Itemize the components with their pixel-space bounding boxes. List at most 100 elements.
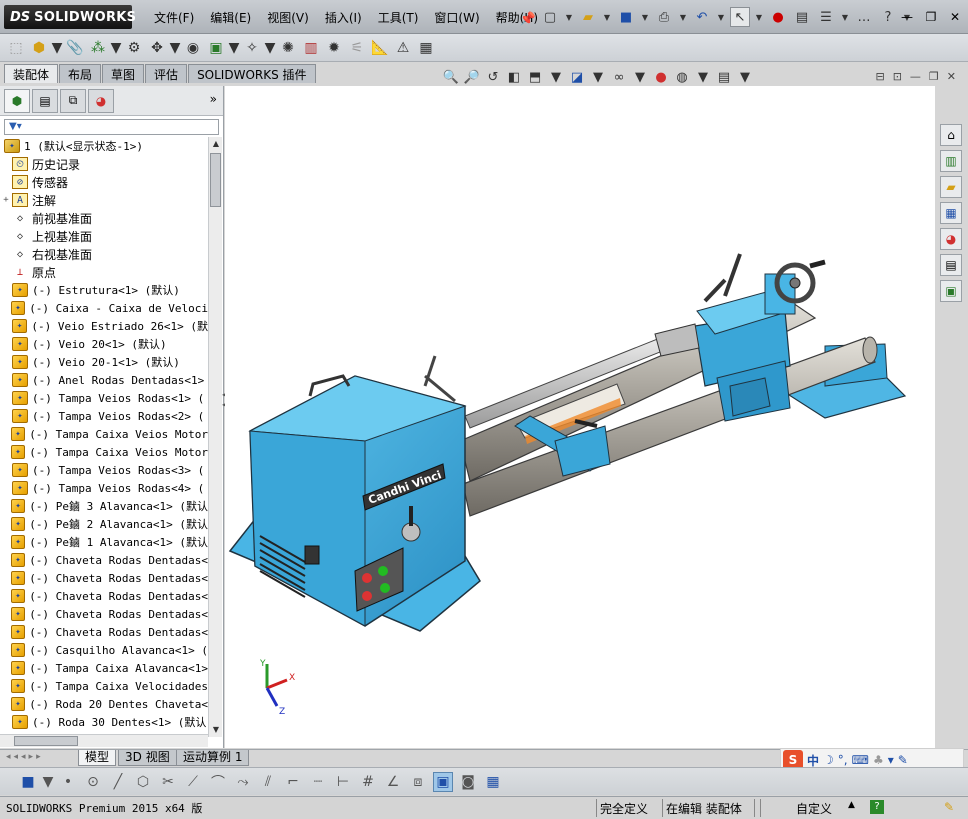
solidworks-resources-icon[interactable]: ⌂ bbox=[940, 124, 962, 146]
restore-icon[interactable]: ❐ bbox=[922, 9, 940, 25]
tree-item[interactable]: ✦ (-) Veio 20<1> (默认) bbox=[0, 335, 208, 353]
solidworks-forum-icon[interactable]: ▣ bbox=[940, 280, 962, 302]
tree-item[interactable]: ✦ (-) Casquilho Alavanca<1> ( bbox=[0, 641, 208, 659]
scene-dropdown-icon[interactable]: ▼ bbox=[694, 68, 712, 86]
undo-icon[interactable]: ↶ bbox=[692, 7, 712, 27]
status-tag-icon[interactable]: ✎ bbox=[944, 800, 954, 814]
interference-detection-icon[interactable]: 📐 bbox=[370, 38, 390, 58]
select-arrow-icon[interactable]: ↖ bbox=[730, 7, 750, 27]
section-view-icon[interactable]: ◧ bbox=[505, 68, 523, 86]
move-component-icon[interactable]: ✥ bbox=[147, 38, 167, 58]
tree-item[interactable]: ✦ (-) Tampa Veios Rodas<3> ( bbox=[0, 461, 208, 479]
tree-item[interactable]: ✦ (-) Tampa Caixa Veios Motor bbox=[0, 443, 208, 461]
bill-of-materials-icon[interactable]: ▥ bbox=[301, 38, 321, 58]
display-dropdown-icon[interactable]: ▼ bbox=[631, 68, 649, 86]
save-bottom-dropdown-icon[interactable]: ▼ bbox=[43, 772, 54, 792]
propertymanager-tab-icon[interactable]: ▤ bbox=[32, 88, 58, 113]
view-settings-icon[interactable]: ▤ bbox=[715, 68, 733, 86]
camera-icon[interactable]: ◙ bbox=[458, 772, 478, 792]
tree-root[interactable]: ✦ 1 (默认<显示状态-1>) bbox=[0, 137, 208, 155]
displaymanager-tab-icon[interactable]: ◕ bbox=[88, 88, 114, 113]
tab-3d-views[interactable]: 3D 视图 bbox=[118, 750, 177, 766]
tree-item[interactable]: ✦ (-) Tampa Caixa Alavanca<1> bbox=[0, 659, 208, 677]
new-motion-study-icon[interactable]: ✺ bbox=[278, 38, 298, 58]
tree-item[interactable]: ✦ (-) Veio 20-1<1> (默认) bbox=[0, 353, 208, 371]
lathe-assembly-model[interactable]: Candhi Vinci bbox=[225, 86, 935, 748]
viewport-minimize-icon[interactable]: — bbox=[910, 70, 921, 83]
tab-model[interactable]: 模型 bbox=[78, 750, 117, 766]
circle-icon[interactable]: ⊙ bbox=[83, 772, 103, 792]
solidworks-logo[interactable]: DS SOLIDWORKS bbox=[4, 5, 136, 29]
help-icon[interactable]: ? bbox=[878, 7, 898, 27]
annotation-dropdown-icon[interactable]: ▼ bbox=[547, 68, 565, 86]
grid-icon[interactable]: # bbox=[358, 772, 378, 792]
featuremanager-tab-icon[interactable]: ⬢ bbox=[4, 88, 30, 113]
reference-geometry-icon[interactable]: ✧ bbox=[242, 38, 262, 58]
insert-components-icon[interactable]: ⬚ bbox=[6, 38, 26, 58]
ime-language[interactable]: 中 bbox=[807, 752, 819, 769]
tree-item[interactable]: ✦ (-) Chaveta Rodas Dentadas< bbox=[0, 605, 208, 623]
appearances-icon[interactable]: ◕ bbox=[940, 228, 962, 250]
ime-keyboard-icon[interactable]: ⌨ bbox=[852, 753, 869, 767]
zoom-to-area-icon[interactable]: 🔎 bbox=[463, 68, 481, 86]
menu-tools[interactable]: 工具(T) bbox=[370, 9, 427, 26]
tree-vertical-scrollbar[interactable]: ▲ ▼ bbox=[208, 137, 222, 737]
mate-icon[interactable]: 📎 bbox=[65, 38, 85, 58]
edit-appearance-icon[interactable]: ● bbox=[652, 68, 670, 86]
save-icon-bottom[interactable]: ■ bbox=[18, 772, 38, 792]
tree-item[interactable]: ✦ (-) Pe鏀 2 Alavanca<1> (默认 bbox=[0, 515, 208, 533]
tree-item[interactable]: ✦ (-) Tampa Veios Rodas<2> ( bbox=[0, 407, 208, 425]
tree-item[interactable]: ✦ (-) Chaveta Rodas Dentadas< bbox=[0, 569, 208, 587]
dimension-icon[interactable]: ⊢ bbox=[333, 772, 353, 792]
tree-item[interactable]: ✦ (-) Anel Rodas Dentadas<1> bbox=[0, 371, 208, 389]
tree-item[interactable]: ⏲ 历史记录 bbox=[0, 155, 208, 173]
convert-entities-icon[interactable]: ⤳ bbox=[233, 772, 253, 792]
new-document-icon[interactable]: ▢ bbox=[540, 7, 560, 27]
tree-item[interactable]: ✦ (-) Roda 30 Dentes<1> (默认 bbox=[0, 713, 208, 731]
tree-item[interactable]: ◇ 前视基准面 bbox=[0, 209, 208, 227]
tree-item[interactable]: ✦ (-) Tampa Veios Rodas<1> ( bbox=[0, 389, 208, 407]
options-dropdown-icon[interactable]: ▼ bbox=[840, 7, 850, 27]
show-hidden-icon[interactable]: ◉ bbox=[183, 38, 203, 58]
linear-pattern-icon[interactable]: ⁂ bbox=[88, 38, 108, 58]
tree-item[interactable]: ✦ (-) Pe鏀 1 Alavanca<1> (默认 bbox=[0, 533, 208, 551]
open-folder-icon[interactable]: ▰ bbox=[578, 7, 598, 27]
apply-scene-icon[interactable]: ◍ bbox=[673, 68, 691, 86]
view-palette-icon[interactable]: ▦ bbox=[940, 202, 962, 224]
tree-item[interactable]: ⊥ 原点 bbox=[0, 263, 208, 281]
display-style-icon[interactable]: ∞ bbox=[610, 68, 628, 86]
previous-view-icon[interactable]: ↺ bbox=[484, 68, 502, 86]
tree-item[interactable]: ✦ (-) Chaveta Rodas Dentadas< bbox=[0, 587, 208, 605]
offset-icon[interactable]: ⫽ bbox=[258, 772, 278, 792]
ime-moon-icon[interactable]: ☽ bbox=[823, 753, 834, 767]
zoom-to-fit-icon[interactable]: 🔍 bbox=[442, 68, 460, 86]
rectangle-corner-icon[interactable]: ⌐ bbox=[283, 772, 303, 792]
centerline-icon[interactable]: ┈ bbox=[308, 772, 328, 792]
minimize-icon[interactable]: — bbox=[898, 9, 916, 25]
rebuild-traffic-light-icon[interactable]: ● bbox=[768, 7, 788, 27]
table-icon[interactable]: ▦ bbox=[483, 772, 503, 792]
design-library-icon[interactable]: ▥ bbox=[940, 150, 962, 172]
fillet-icon[interactable]: ⌒ bbox=[208, 772, 228, 792]
menu-insert[interactable]: 插入(I) bbox=[317, 9, 370, 26]
unit-dropdown-icon[interactable]: ▲ bbox=[848, 800, 855, 810]
tree-item[interactable]: ✦ (-) Tampa Caixa Velocidades bbox=[0, 677, 208, 695]
tab-assembly[interactable]: 装配体 bbox=[4, 64, 59, 83]
scroll-up-icon[interactable]: ▲ bbox=[209, 137, 223, 151]
print-icon[interactable]: ⎙ bbox=[654, 7, 674, 27]
angle-icon[interactable]: ∠ bbox=[383, 772, 403, 792]
tab-layout[interactable]: 布局 bbox=[59, 64, 102, 83]
menu-view[interactable]: 视图(V) bbox=[259, 9, 317, 26]
expand-panel-icon[interactable]: » bbox=[210, 92, 217, 106]
assembly-features-icon[interactable]: ▣ bbox=[206, 38, 226, 58]
tree-item[interactable]: + A 注解 bbox=[0, 191, 208, 209]
tree-item[interactable]: ✦ (-) Roda 20 Dentes Chaveta< bbox=[0, 695, 208, 713]
file-properties-icon[interactable]: ▤ bbox=[792, 7, 812, 27]
options-icon[interactable]: ☰ bbox=[816, 7, 836, 27]
trim-icon[interactable]: ✂ bbox=[158, 772, 178, 792]
tree-item[interactable]: ✦ (-) Estrutura<1> (默认) bbox=[0, 281, 208, 299]
orientation-dropdown-icon[interactable]: ▼ bbox=[589, 68, 607, 86]
tree-item[interactable]: ✦ (-) Chaveta Rodas Dentadas< bbox=[0, 623, 208, 641]
instant3d-icon[interactable]: ▦ bbox=[416, 38, 436, 58]
reference-dropdown-icon[interactable]: ▼ bbox=[265, 38, 276, 58]
